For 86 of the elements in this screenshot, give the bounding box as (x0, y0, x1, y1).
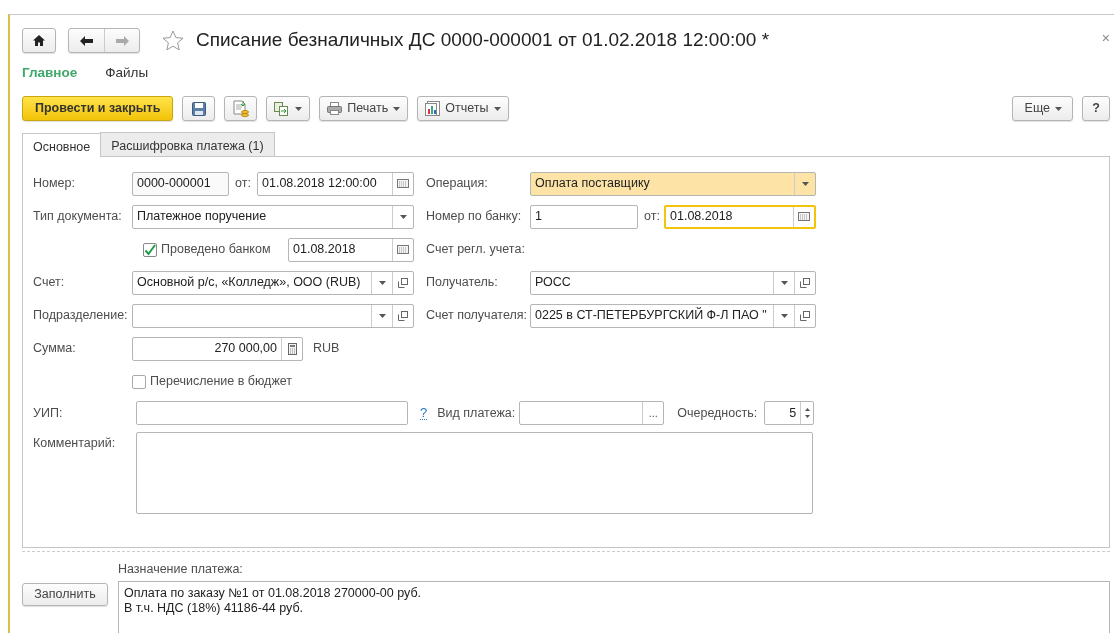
bank-date-field[interactable]: 01.08.2018 (664, 204, 816, 229)
fill-button[interactable]: Заполнить (22, 582, 108, 606)
star-icon[interactable] (162, 30, 184, 51)
reports-button[interactable]: Отчеты (417, 96, 509, 121)
printer-icon (327, 102, 343, 115)
payment-type-field[interactable]: ... (519, 401, 665, 425)
save-button[interactable] (182, 96, 216, 121)
calculator-icon (287, 342, 297, 355)
comment-field[interactable] (136, 432, 813, 514)
close-button[interactable]: × (1101, 28, 1110, 49)
recipient-account-field[interactable]: 0225 в СТ-ПЕТЕРБУРГСКИЙ Ф-Л ПАО " (530, 303, 816, 328)
caret-icon (801, 181, 809, 186)
recipient-field[interactable]: РОСС (530, 270, 816, 295)
caret-icon (493, 106, 501, 111)
home-button[interactable] (22, 28, 56, 53)
home-icon (33, 35, 45, 46)
operation-field[interactable]: Оплата поставщику (530, 171, 816, 196)
caret-icon (393, 106, 401, 111)
calendar-icon (798, 212, 810, 221)
bank-posted-date-field[interactable]: 01.08.2018 (288, 237, 414, 262)
tab[interactable]: Основное (22, 133, 102, 157)
caret-icon (378, 313, 386, 318)
section-link[interactable]: Файлы (105, 62, 149, 84)
window-title: Списание безналичных ДС 0000-000001 от 01.02.2018 12:00:00 * (196, 28, 770, 53)
arrow-left-icon (80, 35, 93, 46)
create-based-on-button[interactable] (266, 96, 311, 121)
checkbox-label: Перечисление в бюджет (150, 373, 293, 391)
arrow-right-icon (115, 35, 129, 46)
open-window-icon (800, 277, 810, 288)
field-label: Комментарий: (33, 435, 117, 452)
checkbox-label: Проведено банком (161, 241, 271, 259)
field-label: Тип документа: (33, 208, 123, 226)
field-label: Номер: (33, 175, 76, 193)
checkbox[interactable] (143, 242, 157, 257)
amount-field[interactable]: 270 000,00 (132, 336, 303, 361)
field-label: Счет регл. учета: (426, 241, 526, 259)
priority-field[interactable]: 5 (764, 401, 815, 425)
field-label: УИП: (33, 404, 64, 422)
document-type-field[interactable]: Платежное поручение (132, 204, 414, 229)
open-window-icon (398, 277, 408, 288)
post-button[interactable] (224, 96, 258, 121)
field-label: Получатель: (426, 274, 499, 292)
field-label: Номер по банку: (426, 208, 523, 226)
more-button[interactable]: Еще (1011, 96, 1073, 121)
calendar-icon (397, 179, 409, 188)
caret-icon (378, 280, 386, 285)
checkbox[interactable] (132, 374, 146, 389)
payment-purpose-field[interactable]: Оплата по заказу №1 от 01.08.2018 270000-00 руб. В т.ч. НДС (18%) 41186-44 руб. (118, 580, 1110, 633)
field-label: Счет получателя: (426, 307, 528, 325)
currency-label: RUB (313, 340, 340, 358)
department-field[interactable] (132, 303, 414, 328)
calendar-icon (397, 245, 409, 254)
uip-field[interactable] (136, 401, 408, 425)
caret-icon (780, 313, 788, 318)
select-button[interactable]: ... (642, 402, 664, 424)
documents-arrow-icon (274, 101, 291, 116)
number-field[interactable]: 0000-000001 (132, 171, 229, 196)
caret-icon (295, 106, 303, 111)
caret-icon (399, 214, 407, 219)
document-coins-icon (232, 100, 249, 117)
open-window-icon (398, 310, 408, 321)
post-and-close-button[interactable]: Провести и закрыть (22, 96, 174, 121)
spinner-arrows-icon (804, 407, 810, 419)
field-label: от: (235, 175, 251, 193)
help-link[interactable]: ? (420, 406, 428, 420)
field-label: Операция: (426, 175, 489, 193)
account-field[interactable]: Основной р/с, «Колледж», ООО (RUB) (132, 270, 414, 295)
print-button[interactable]: Печать (319, 96, 409, 121)
field-label: Сумма: (33, 340, 77, 358)
field-label: от: (644, 208, 660, 226)
field-label: Подразделение: (33, 307, 129, 325)
field-label: Счет: (33, 274, 66, 292)
text-line: Оплата по заказу №1 от 01.08.2018 270000-00 руб. (124, 585, 423, 601)
help-button[interactable]: ? (1082, 96, 1110, 121)
tab[interactable]: Расшифровка платежа (1) (100, 132, 275, 156)
field-label: Назначение платежа: (118, 561, 244, 578)
checkmark-icon (144, 243, 156, 256)
text-line: В т.ч. НДС (18%) 41186-44 руб. (124, 600, 305, 616)
date-field[interactable]: 01.08.2018 12:00:00 (257, 171, 414, 196)
caret-icon (780, 280, 788, 285)
caret-icon (1055, 106, 1062, 111)
field-label: Вид платежа: (437, 404, 516, 422)
open-window-icon (800, 310, 810, 321)
bank-number-field[interactable]: 1 (530, 204, 638, 229)
bar-chart-icon (425, 101, 441, 116)
field-label: Очередность: (677, 404, 758, 422)
